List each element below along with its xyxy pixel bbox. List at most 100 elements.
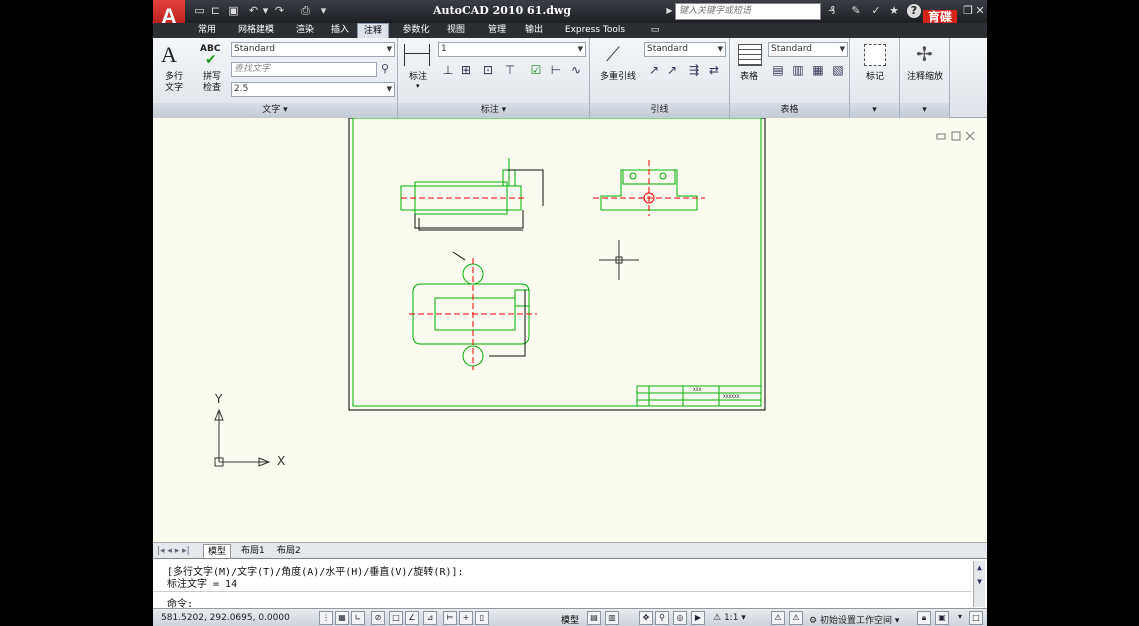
snap-mode-icon[interactable]: ⋮ (319, 611, 333, 625)
tab-view[interactable]: 视图 (441, 23, 471, 38)
tab-express-tools[interactable]: Express Tools (555, 23, 635, 38)
tab-manage[interactable]: 管理 (481, 23, 513, 38)
dimension-dropdown-icon[interactable]: ▾ (416, 82, 420, 90)
subscription-center-icon[interactable]: ✎ (849, 4, 863, 18)
redo-icon[interactable]: ↷ (273, 4, 286, 17)
pan-icon[interactable]: ✥ (639, 611, 653, 625)
workspace-switch[interactable]: ⚙ 初始设置工作空间 ▾ (809, 613, 899, 626)
hardware-acceleration-icon[interactable]: ▣ (935, 611, 949, 625)
tab-parametric[interactable]: 参数化 (395, 23, 437, 38)
text-style-select[interactable]: Standard ▼ (231, 42, 395, 57)
table-style-select[interactable]: Standard ▼ (768, 42, 848, 57)
tab-layout2[interactable]: 布局2 (273, 544, 305, 558)
model-space-button[interactable]: 模型 (561, 613, 579, 626)
table-button[interactable]: 表格 (734, 72, 764, 83)
ribbon-minimize-icon[interactable]: ▭ (647, 23, 663, 38)
tab-insert[interactable]: 插入 (325, 23, 355, 38)
quick-properties-icon[interactable]: ▯ (475, 611, 489, 625)
jogged-linear-icon[interactable]: ⊢ (548, 62, 564, 78)
favorites-star-icon[interactable]: ★ (887, 4, 901, 18)
mleader-style-select[interactable]: Standard ▼ (644, 42, 726, 57)
dim-space-icon[interactable]: ⊤ (502, 62, 518, 78)
polar-tracking-icon[interactable]: ⊘ (371, 611, 385, 625)
help-icon[interactable]: ? (907, 4, 921, 18)
inspect-icon[interactable]: ☑ (528, 62, 544, 78)
text-panel-title[interactable]: 文字 ▾ (153, 103, 397, 118)
tab-annotate[interactable]: 注释 (357, 23, 389, 38)
table-icon[interactable] (738, 44, 762, 66)
lock-icon[interactable]: 🔒︎ (917, 611, 931, 625)
auto-scale-icon[interactable]: ⚠ (789, 611, 803, 625)
find-text-input[interactable]: 查找文字 (231, 62, 377, 77)
save-icon[interactable]: ▣ (227, 4, 240, 17)
drawing-canvas[interactable]: Y X XXX XXXXXX (153, 118, 987, 542)
tab-home[interactable]: 常用 (191, 23, 223, 38)
find-replace-icon[interactable]: ⚲ (381, 62, 389, 75)
annotation-scale-readout[interactable]: ⚠ 1:1 ▾ (713, 613, 746, 623)
grid-display-icon[interactable]: ▦ (335, 611, 349, 625)
tab-mesh-modeling[interactable]: 网格建模 (231, 23, 281, 38)
undo-dropdown-icon[interactable]: ▾ (259, 4, 272, 17)
clean-screen-icon[interactable]: □ (969, 611, 983, 625)
add-leader-icon[interactable]: ↗ (646, 62, 662, 78)
mtext-button[interactable]: 多行 文字 (159, 72, 189, 94)
plot-icon[interactable]: ⎙ (299, 4, 312, 17)
layout-nav-arrows[interactable]: |◂ ◂ ▸ ▸| (153, 544, 194, 558)
markup-button[interactable]: 标记 (852, 72, 898, 83)
dim-update-icon[interactable]: ∿ (568, 62, 584, 78)
command-scrollbar[interactable]: ▲ ▼ (973, 561, 985, 607)
spell-check-icon[interactable]: ✔ (205, 52, 217, 68)
leader-panel-title[interactable]: 引线 (590, 103, 729, 118)
dynamic-ucs-icon[interactable]: ⊿ (423, 611, 437, 625)
command-line[interactable]: [多行文字(M)/文字(T)/角度(A)/水平(H)/垂直(V)/旋转(R)]:… (153, 558, 987, 610)
new-file-icon[interactable]: ▭ (193, 4, 206, 17)
lineweight-icon[interactable]: + (459, 611, 473, 625)
status-menu-icon[interactable]: ▾ (953, 611, 967, 625)
dimension-panel-title[interactable]: 标注 ▾ (398, 103, 589, 118)
quick-view-layouts-icon[interactable]: ▥ (605, 611, 619, 625)
revision-cloud-icon[interactable] (864, 44, 886, 66)
object-snap-icon[interactable]: □ (389, 611, 403, 625)
download-table-icon[interactable]: ▦ (810, 62, 826, 78)
extract-data-icon[interactable]: ▤ (770, 62, 786, 78)
search-input[interactable]: 键入关键字或短语 (675, 3, 821, 20)
mtext-a-icon[interactable]: A (161, 42, 177, 68)
zoom-icon[interactable]: ⚲ (655, 611, 669, 625)
align-leaders-icon[interactable]: ⇶ (686, 62, 702, 78)
showmotion-icon[interactable]: ▶ (691, 611, 705, 625)
tab-model[interactable]: 模型 (203, 544, 232, 558)
command-input[interactable]: 命令: (153, 591, 971, 610)
multileader-icon[interactable]: ⟋ (606, 42, 620, 66)
osnap-tracking-icon[interactable]: ∠ (405, 611, 419, 625)
dim-style-select[interactable]: 1 ▼ (438, 42, 586, 57)
annotation-visibility-icon[interactable]: ⚠ (771, 611, 785, 625)
quick-access-dropdown-icon[interactable]: ▾ (317, 4, 330, 17)
open-file-icon[interactable]: ⊏ (209, 4, 222, 17)
collect-leaders-icon[interactable]: ⇄ (706, 62, 722, 78)
spell-check-button[interactable]: 拼写 检查 (197, 72, 227, 94)
quick-dimension-icon[interactable]: ⊥ (440, 62, 456, 78)
tab-render[interactable]: 渲染 (289, 23, 321, 38)
dynamic-input-icon[interactable]: ⊨ (443, 611, 457, 625)
window-close-icon[interactable]: ✕ (973, 4, 987, 18)
search-binoculars-icon[interactable]: ₰ (825, 4, 839, 18)
dim-break-icon[interactable]: ⊡ (480, 62, 496, 78)
upload-table-icon[interactable]: ▧ (830, 62, 846, 78)
text-height-select[interactable]: 2.5 ▼ (231, 82, 395, 97)
ortho-mode-icon[interactable]: ∟ (351, 611, 365, 625)
dimension-icon[interactable] (404, 44, 430, 66)
steering-wheel-icon[interactable]: ◎ (673, 611, 687, 625)
scaling-panel-expand[interactable]: ▾ (900, 103, 949, 118)
remove-leader-icon[interactable]: ↗ (664, 62, 680, 78)
continue-dimension-icon[interactable]: ⊞ (458, 62, 474, 78)
annotation-scale-button[interactable]: 注释缩放 (900, 72, 950, 83)
table-panel-title[interactable]: 表格 (730, 103, 849, 118)
link-data-icon[interactable]: ▥ (790, 62, 806, 78)
multileader-button[interactable]: 多重引线 (594, 72, 642, 83)
layout-view-icon[interactable]: ▤ (587, 611, 601, 625)
communication-center-icon[interactable]: ✓ (869, 4, 883, 18)
tab-layout1[interactable]: 布局1 (237, 544, 269, 558)
annotation-scale-icon[interactable]: ✢ (916, 42, 933, 66)
markup-panel-expand[interactable]: ▾ (850, 103, 899, 118)
tab-output[interactable]: 输出 (517, 23, 551, 38)
